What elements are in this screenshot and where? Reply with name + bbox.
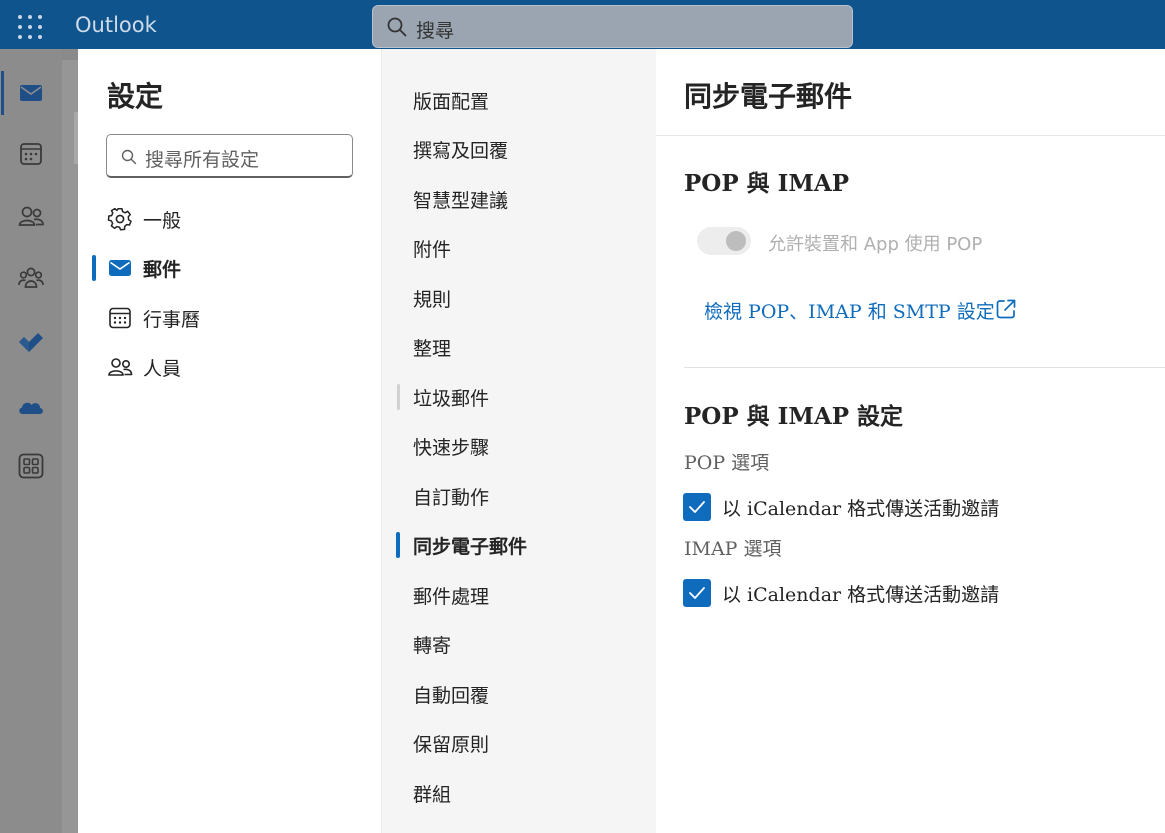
subsection-message-handling[interactable]: 郵件處理 [382, 574, 657, 614]
calendar-icon [109, 307, 131, 329]
global-search-box[interactable]: 搜尋 [372, 5, 853, 48]
view-pop-imap-smtp-settings-link[interactable]: 檢視 POP、IMAP 和 SMTP 設定 [704, 297, 995, 324]
pop-toggle-label: 允許裝置和 App 使用 POP [768, 234, 983, 255]
subsection-compose-reply[interactable]: 撰寫及回覆 [382, 128, 657, 168]
mail-icon[interactable] [17, 79, 45, 107]
gear-icon [107, 207, 132, 231]
imap-icalendar-checkbox[interactable] [683, 579, 711, 607]
category-label: 郵件 [143, 259, 182, 281]
mail-icon [109, 260, 131, 276]
people-icon [108, 358, 133, 376]
subsection-customize-actions[interactable]: 自訂動作 [382, 475, 657, 515]
subsection-attachments[interactable]: 附件 [382, 227, 657, 267]
settings-categories-panel: 設定 搜尋所有設定 一般 郵件 行事曆 人員 [78, 49, 381, 833]
subsection-label: 郵件處理 [413, 586, 490, 608]
category-label: 一般 [143, 210, 182, 232]
more-apps-icon[interactable] [17, 452, 45, 480]
subsection-rules[interactable]: 規則 [382, 277, 657, 317]
external-link-icon[interactable] [995, 298, 1017, 320]
subsection-sync-email[interactable]: 同步電子郵件 [382, 524, 657, 564]
section-divider [684, 367, 1165, 368]
subsection-junk-email[interactable]: 垃圾郵件 [382, 376, 657, 416]
pop-icalendar-label: 以 iCalendar 格式傳送活動邀請 [722, 498, 1000, 520]
selection-indicator [92, 255, 96, 281]
subsection-label: 保留原則 [413, 734, 490, 756]
subsection-label: 同步電子郵件 [413, 536, 528, 558]
pop-options-label: POP 選項 [684, 452, 770, 474]
settings-title: 設定 [107, 80, 164, 113]
subsection-retention-policies[interactable]: 保留原則 [382, 722, 657, 762]
category-label: 人員 [143, 358, 182, 380]
checkmark-icon [689, 501, 705, 513]
subsection-label: 整理 [413, 338, 452, 360]
subsection-layout[interactable]: 版面配置 [382, 79, 657, 119]
imap-icalendar-label: 以 iCalendar 格式傳送活動邀請 [722, 584, 1000, 606]
people-icon[interactable] [17, 202, 45, 230]
pane-title: 同步電子郵件 [684, 80, 853, 113]
pane-header: 同步電子郵件 [656, 49, 1165, 136]
top-bar: Outlook 搜尋 [0, 0, 1165, 49]
selection-indicator [396, 532, 400, 558]
subsection-label: 自動回覆 [413, 685, 490, 707]
subsection-label: 智慧型建議 [413, 190, 509, 212]
app-rail [0, 49, 62, 833]
subsection-label: 附件 [413, 239, 452, 261]
hover-indicator [397, 384, 400, 410]
settings-search-input[interactable]: 搜尋所有設定 [106, 134, 353, 178]
todo-check-icon[interactable] [17, 328, 45, 356]
mail-subsections-panel: 版面配置 撰寫及回覆 智慧型建議 附件 規則 整理 垃圾郵件 快速步驟 自訂動作… [381, 49, 656, 833]
category-label: 行事曆 [143, 309, 201, 331]
category-mail[interactable]: 郵件 [92, 248, 372, 288]
subsection-groups[interactable]: 群組 [382, 772, 657, 812]
pop-imap-section-title: POP 與 IMAP [684, 170, 849, 197]
subsection-label: 自訂動作 [413, 487, 490, 509]
pop-toggle[interactable] [697, 227, 751, 255]
calendar-icon[interactable] [17, 140, 45, 168]
search-icon [387, 17, 407, 37]
pop-icalendar-checkbox[interactable] [683, 493, 711, 521]
subsection-label: 撰寫及回覆 [413, 140, 509, 162]
subsection-sweep[interactable]: 整理 [382, 326, 657, 366]
category-general[interactable]: 一般 [92, 199, 372, 239]
background-pane [62, 60, 78, 833]
pop-imap-settings-section-title: POP 與 IMAP 設定 [684, 403, 904, 430]
toggle-knob [726, 231, 746, 251]
subsection-forwarding[interactable]: 轉寄 [382, 623, 657, 663]
subsection-quick-steps[interactable]: 快速步驟 [382, 425, 657, 465]
subsection-label: 群組 [413, 784, 452, 806]
category-calendar[interactable]: 行事曆 [92, 298, 372, 338]
search-icon [121, 149, 137, 165]
app-title: Outlook [75, 13, 157, 37]
settings-dialog: 設定 搜尋所有設定 一般 郵件 行事曆 人員 版面配置 撰寫及回覆 智慧型建議 … [78, 49, 1165, 833]
subsection-label: 規則 [413, 289, 452, 311]
onedrive-cloud-icon[interactable] [17, 393, 45, 421]
subsection-label: 垃圾郵件 [413, 388, 490, 410]
subsection-label: 轉寄 [413, 635, 452, 657]
rail-active-indicator [1, 71, 4, 115]
subsection-automatic-replies[interactable]: 自動回覆 [382, 673, 657, 713]
category-people[interactable]: 人員 [92, 347, 372, 387]
groups-icon[interactable] [17, 264, 45, 292]
settings-search-placeholder: 搜尋所有設定 [145, 149, 260, 171]
subsection-smart-suggestions[interactable]: 智慧型建議 [382, 178, 657, 218]
subsection-label: 版面配置 [413, 91, 490, 113]
global-search-placeholder: 搜尋 [416, 20, 455, 42]
subsection-label: 快速步驟 [413, 437, 490, 459]
checkmark-icon [689, 587, 705, 599]
imap-options-label: IMAP 選項 [684, 538, 782, 560]
app-launcher-icon[interactable] [18, 15, 42, 39]
sync-email-pane: 同步電子郵件 POP 與 IMAP 允許裝置和 App 使用 POP 檢視 PO… [656, 49, 1165, 833]
